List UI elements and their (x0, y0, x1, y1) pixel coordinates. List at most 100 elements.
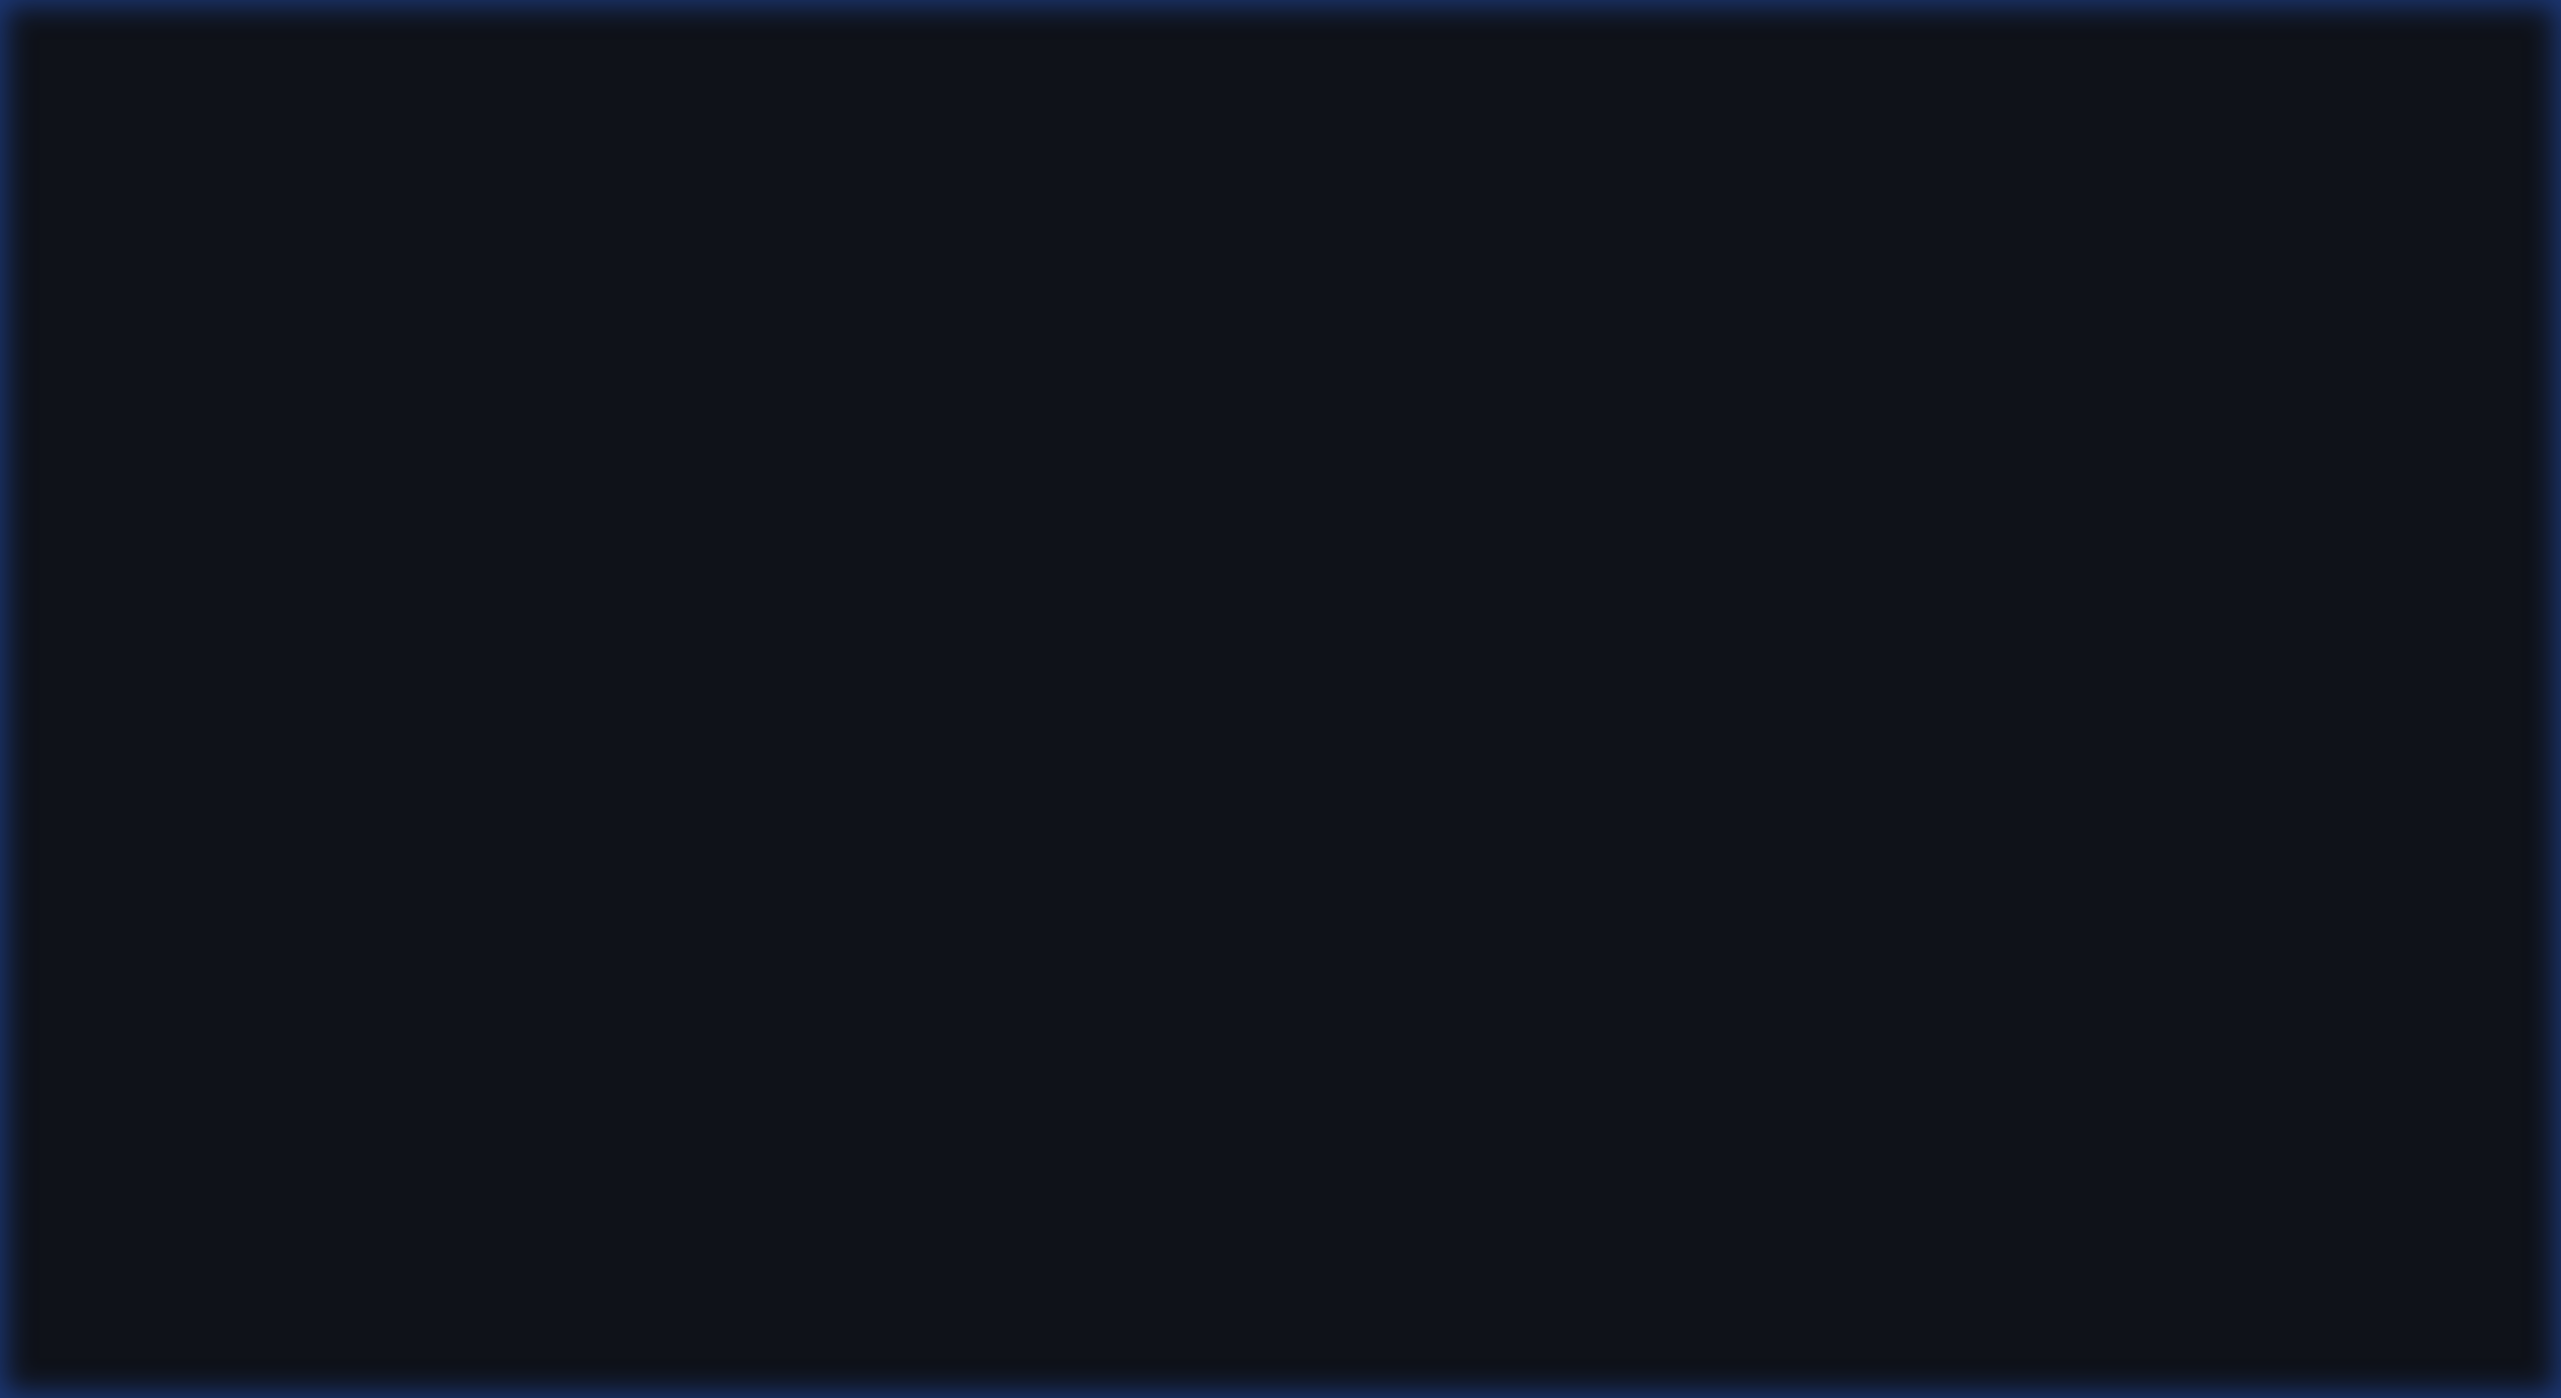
sidebar-item-monitoring[interactable]: Monitoring (24, 472, 364, 542)
field-value: The text to be displayed (this text shou… (1834, 1278, 2390, 1333)
root-description-field[interactable]: Root description Display arbitrary text … (517, 1242, 1139, 1361)
caret-down-icon (2265, 216, 2279, 224)
command-name: DisplayConfidenceCommand (517, 737, 802, 762)
reset-button[interactable]: Reset (2351, 1136, 2447, 1182)
sidebar-item-data-processing[interactable]: Data Processing (24, 1046, 364, 1116)
toggle-knob (2217, 1146, 2243, 1172)
sidebar-item-lyntclaw[interactable]: LyntClaw (24, 554, 364, 624)
settings-button[interactable] (2475, 48, 2525, 98)
sidebar-item-label: Monitoring (114, 494, 217, 519)
content-tabs: Prompts Tool Hints Look Customization Me… (480, 298, 1200, 364)
text-description-field[interactable]: Text description The text to be displaye… (1811, 1242, 2433, 1361)
sitemap-icon (62, 1149, 90, 1177)
sidebar-item-label: Agents (114, 248, 183, 273)
toggle-knob (2217, 734, 2243, 760)
claw-icon (62, 575, 90, 603)
reset-button[interactable]: Reset (2351, 724, 2447, 770)
tool-hints-description: Manage which Unity commands are availabl… (516, 564, 2078, 587)
field-value: Display arbitrary text on the screen (540, 1280, 880, 1305)
sidebar-item-executions[interactable]: Executions (24, 390, 364, 460)
pipeline-tab-web-speech[interactable]: Web Speech (1797, 51, 1965, 106)
llm-provider-select[interactable]: LLM Provider OpenAI (1762, 178, 1942, 250)
field-label: Action description (1504, 830, 1639, 848)
sidebar-section-evaluations: Evaluations (24, 1333, 118, 1353)
sidebar-item-credentials[interactable]: Credentials (24, 882, 364, 952)
model-label: Model (1985, 178, 2037, 196)
advanced-schema-toggle[interactable]: Advanced: Schema override (JSON) (517, 973, 2435, 1045)
sidebar-item-label: LyntClaw (114, 576, 204, 601)
sidebar-item-vector-databases[interactable]: Vector Databases (24, 1210, 364, 1280)
tab-tool-hints[interactable]: Tool Hints (611, 298, 759, 364)
sidebar-item-label: Variables (114, 822, 205, 847)
pipeline-label: Pipeline (1408, 16, 1476, 37)
sidebar-item-label: Tools (114, 740, 166, 765)
action-description-field[interactable]: Action description Confidence percentage… (1487, 830, 2433, 949)
action-description-field[interactable]: Action description Trigger action (1163, 1242, 1785, 1361)
users-icon (62, 247, 90, 275)
pipeline-tab-vr[interactable]: VR (1507, 51, 1584, 106)
chevron-down-icon (2394, 1006, 2408, 1015)
wrench-icon (62, 739, 90, 767)
field-label: Action description (1180, 1242, 1315, 1260)
tab-prompts[interactable]: Prompts (480, 298, 612, 364)
pipeline-tab-mail[interactable]: Mail (2221, 51, 2308, 106)
pipeline-tab-kiosk[interactable]: Kiosk (1408, 51, 1508, 106)
sidebar-item-label: Executions (114, 412, 222, 437)
sidebar-item-label: Data Processing (114, 1068, 276, 1093)
llm-provider-value: OpenAI (1783, 206, 1858, 231)
tab-media-prompts[interactable]: Media Prompts (1002, 298, 1200, 364)
enabled-label: Enabled (2255, 733, 2336, 758)
enabled-toggle[interactable] (2201, 734, 2243, 760)
tool-hints-card: Tool Hints Pipeline: kiosk Manage which … (480, 390, 2470, 670)
server-icon (62, 657, 90, 685)
ai-gender-label: AI Gender (2339, 178, 2420, 196)
sidebar-item-tools[interactable]: Tools (24, 718, 364, 788)
sidebar-item-orchestrator[interactable]: Orchestrator (24, 144, 364, 214)
root-description-field[interactable]: Root description Display a confidence ov… (517, 830, 1463, 949)
clipboard-icon (62, 165, 90, 193)
key-icon (62, 985, 90, 1013)
model-select[interactable]: Model GPT-5.2 Chat Latest (1966, 178, 2296, 250)
command-card-display-text: DisplayTextCommand Enabled Reset Root de… (480, 1106, 2470, 1398)
sidebar-item-api-keys[interactable]: API Keys (24, 964, 364, 1034)
main-content: Orchestrator LLM Provider OpenAI Model G… (390, 120, 2561, 1398)
pipeline-tabs: Kiosk VR AR Web Text Web Speech Robot Ca… (1407, 50, 2454, 107)
lock-icon (62, 903, 90, 931)
pipeline-tab-web-text[interactable]: Web Text (1662, 51, 1797, 106)
pipeline-tab-robot[interactable]: Robot (1964, 51, 2068, 106)
model-value: GPT-5.2 Chat Latest (1987, 206, 2188, 231)
app-logo[interactable]: LYNTARIS (52, 28, 343, 89)
ai-gender-select[interactable]: AI Gender Male (2320, 178, 2470, 250)
pipeline-tab-ar[interactable]: AR (1585, 51, 1662, 106)
sidebar-item-speech-tools[interactable]: Speech Tools (24, 308, 364, 378)
document-icon (62, 1067, 90, 1095)
tool-hints-pipeline: Pipeline: kiosk (516, 463, 651, 486)
tool-hints-status: Ready (516, 608, 569, 628)
variable-icon (62, 821, 90, 849)
field-label: Root description (534, 1242, 658, 1260)
sidebar-item-label: Sitemap (114, 1150, 195, 1175)
enabled-toggle[interactable] (2201, 1146, 2243, 1172)
pipeline-tab-call-center[interactable]: Call Center (2068, 51, 2221, 106)
command-card-display-confidence: DisplayConfidenceCommand Enabled Reset R… (480, 694, 2470, 1082)
command-name: DisplayTextCommand (517, 1149, 731, 1174)
field-value: Trigger action (1186, 1280, 1320, 1305)
sidebar: Orchestrator Agents Speech Tools Executi… (0, 120, 389, 1398)
llm-provider-label: LLM Provider (1781, 178, 1885, 196)
sidebar-item-variables[interactable]: Variables (24, 800, 364, 870)
sidebar-nav: Orchestrator Agents Speech Tools Executi… (24, 144, 364, 1292)
sidebar-item-label: API Keys (114, 986, 205, 1011)
tab-look-customization[interactable]: Look Customization (759, 298, 1002, 364)
sidebar-item-label: Orchestrator (114, 166, 237, 191)
sidebar-item-sitemap[interactable]: Sitemap (24, 1128, 364, 1198)
advanced-label: Advanced: Schema override (JSON) (541, 998, 849, 1019)
page-title: Orchestrator (480, 191, 759, 243)
field-value: Display a confidence overlay as percenta… (540, 868, 1039, 893)
sidebar-item-agents[interactable]: Agents (24, 226, 364, 296)
caret-down-icon (1911, 216, 1925, 224)
sidebar-item-label: Vector Databases (114, 1232, 288, 1257)
pipeline-tab-whatsapp[interactable]: WhatsApp (2308, 51, 2453, 106)
top-bar: LYNTARIS Pipeline Kiosk VR AR Web Text W… (0, 0, 2561, 120)
sidebar-item-rts-server[interactable]: RTS Server (24, 636, 364, 706)
bars-icon (62, 329, 90, 357)
